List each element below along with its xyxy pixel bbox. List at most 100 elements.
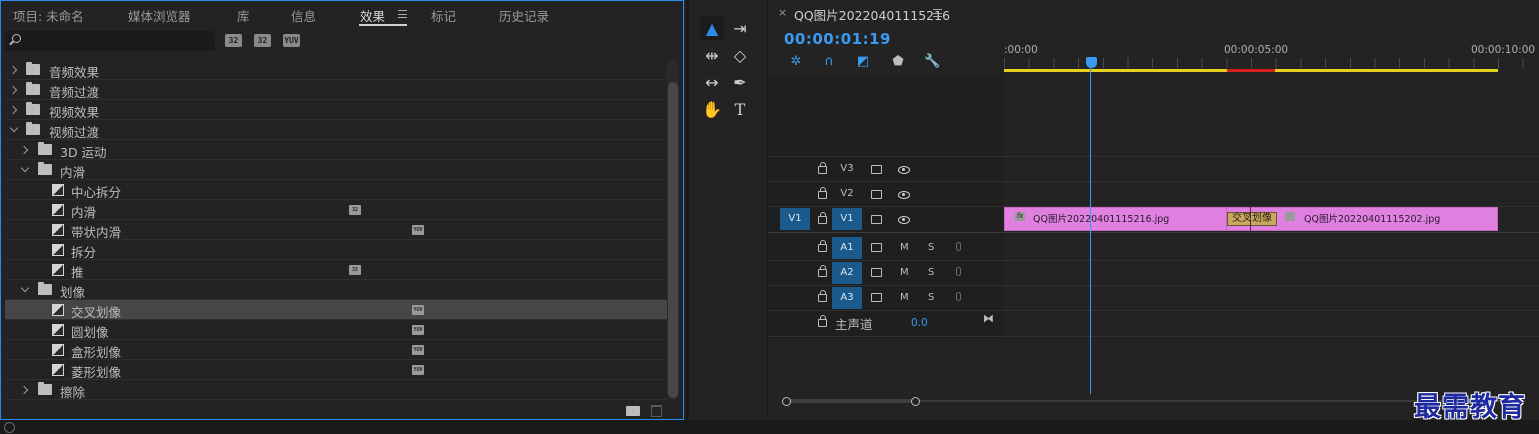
solo-button[interactable]: S	[928, 242, 934, 253]
tree-item-split[interactable]: 拆分	[5, 240, 667, 260]
yuv-effects-filter-button[interactable]: YUV	[283, 34, 300, 47]
type-tool-icon[interactable]: T	[728, 97, 752, 121]
tree-item-iris-diamond[interactable]: 菱形划像 YUV	[5, 360, 667, 380]
zoom-range[interactable]	[790, 399, 916, 403]
scrollbar-thumb[interactable]	[668, 82, 678, 398]
solo-button[interactable]: S	[928, 267, 934, 278]
tree-item-iris-cross[interactable]: 交叉划像 YUV	[5, 300, 667, 320]
tree-item-push[interactable]: 推 32	[5, 260, 667, 280]
effects-scrollbar[interactable]	[667, 60, 679, 400]
sync-lock-film-icon[interactable]	[871, 268, 882, 277]
tree-item-3d-motion[interactable]: 3D 运动	[5, 140, 667, 160]
sync-lock-film-icon[interactable]	[871, 215, 882, 224]
video-clip-1[interactable]: fx QQ图片20220401115216.jpg	[1004, 207, 1227, 231]
hand-tool-icon[interactable]: ✋	[700, 97, 724, 121]
panel-menu-icon[interactable]	[398, 10, 407, 18]
track-name-a2[interactable]: A2	[832, 262, 862, 284]
track-name-v1[interactable]: V1	[832, 208, 862, 230]
microphone-icon[interactable]	[956, 242, 961, 251]
tree-item-center-split[interactable]: 中心拆分	[5, 180, 667, 200]
master-volume-value[interactable]: 0.0	[911, 317, 928, 329]
eye-icon[interactable]	[898, 216, 910, 224]
chevron-right-icon[interactable]	[19, 145, 29, 155]
chevron-right-icon[interactable]	[8, 65, 18, 75]
go-to-in-out-icon[interactable]: ⧓	[983, 312, 994, 325]
sync-lock-film-icon[interactable]	[871, 243, 882, 252]
tree-item-iris-box[interactable]: 盒形划像 YUV	[5, 340, 667, 360]
slip-tool-icon[interactable]: ↔	[700, 70, 724, 94]
lock-icon[interactable]	[818, 315, 827, 327]
selection-tool-icon[interactable]: ▲	[700, 16, 724, 40]
track-name-a3[interactable]: A3	[832, 287, 862, 309]
tab-libraries[interactable]: 库	[237, 6, 250, 25]
tree-item-slide-effect[interactable]: 内滑 32	[5, 200, 667, 220]
lock-icon[interactable]	[818, 162, 827, 174]
lock-icon[interactable]	[818, 187, 827, 199]
mute-button[interactable]: M	[900, 242, 909, 253]
32bit-effects-filter-button[interactable]: 32	[254, 34, 271, 47]
microphone-icon[interactable]	[956, 267, 961, 276]
chevron-down-icon[interactable]	[20, 163, 30, 173]
add-marker-icon[interactable]: ⬟	[890, 55, 906, 69]
tree-item-iris[interactable]: 划像	[5, 280, 667, 300]
chevron-right-icon[interactable]	[8, 85, 18, 95]
tree-item-band-slide[interactable]: 带状内滑 YUV	[5, 220, 667, 240]
tab-history[interactable]: 历史记录	[499, 6, 549, 25]
zoom-handle-left[interactable]	[782, 397, 791, 406]
zoom-handle-right[interactable]	[911, 397, 920, 406]
chevron-right-icon[interactable]	[19, 385, 29, 395]
tab-media-browser[interactable]: 媒体浏览器	[128, 6, 191, 25]
chevron-right-icon[interactable]	[8, 105, 18, 115]
sequence-menu-icon[interactable]	[933, 9, 942, 17]
lock-icon[interactable]	[818, 265, 827, 277]
playhead-timecode[interactable]: 00:00:01:19	[784, 30, 891, 48]
tree-item-wipe[interactable]: 擦除	[5, 380, 667, 400]
mute-button[interactable]: M	[900, 267, 909, 278]
tree-item-audio-effects[interactable]: 音频效果	[5, 60, 667, 80]
tab-effects[interactable]: 效果	[360, 6, 385, 25]
microphone-icon[interactable]	[956, 292, 961, 301]
new-bin-icon[interactable]	[626, 406, 640, 416]
lock-icon[interactable]	[818, 290, 827, 302]
sequence-tab-title[interactable]: QQ图片20220401115216	[794, 5, 950, 24]
tab-markers[interactable]: 标记	[431, 6, 456, 25]
linked-selection-icon[interactable]: ◩	[855, 55, 871, 69]
tree-item-slide[interactable]: 内滑	[5, 160, 667, 180]
track-select-tool-icon[interactable]: ⇥	[728, 16, 752, 40]
track-name-v2[interactable]: V2	[832, 183, 862, 205]
solo-button[interactable]: S	[928, 292, 934, 303]
tree-item-video-transitions[interactable]: 视频过渡	[5, 120, 667, 140]
mute-button[interactable]: M	[900, 292, 909, 303]
lock-icon[interactable]	[818, 212, 827, 224]
sync-lock-film-icon[interactable]	[871, 293, 882, 302]
eye-icon[interactable]	[898, 166, 910, 174]
snap-magnet-icon[interactable]: ∩	[821, 55, 837, 69]
tree-item-audio-transitions[interactable]: 音频过渡	[5, 80, 667, 100]
sync-lock-film-icon[interactable]	[871, 165, 882, 174]
pen-tool-icon[interactable]: ✒	[728, 70, 752, 94]
eye-icon[interactable]	[898, 191, 910, 199]
chevron-down-icon[interactable]	[20, 283, 30, 293]
tree-item-video-effects[interactable]: 视频效果	[5, 100, 667, 120]
tab-project[interactable]: 项目: 未命名	[13, 6, 84, 25]
lock-icon[interactable]	[818, 240, 827, 252]
source-patch-v1[interactable]: V1	[780, 208, 810, 230]
video-clip-2[interactable]: QQ图片20220401115202.jpg	[1277, 207, 1498, 231]
track-name-a1[interactable]: A1	[832, 237, 862, 259]
track-name-v3[interactable]: V3	[832, 158, 862, 180]
tree-item-iris-round[interactable]: 圆划像 YUV	[5, 320, 667, 340]
razor-tool-icon[interactable]: ◇	[728, 43, 752, 67]
transition-clip[interactable]: 交叉划像	[1227, 212, 1277, 226]
effects-search-input[interactable]	[5, 31, 215, 51]
playhead-handle[interactable]	[1086, 57, 1097, 68]
accelerated-effects-filter-button[interactable]: 32	[225, 34, 242, 47]
trash-icon[interactable]	[651, 405, 662, 417]
nest-sequence-icon[interactable]: ✲	[788, 55, 804, 69]
chevron-down-icon[interactable]	[9, 123, 19, 133]
status-icon[interactable]	[4, 422, 15, 433]
close-icon[interactable]: ×	[778, 6, 787, 19]
sync-lock-film-icon[interactable]	[871, 190, 882, 199]
ripple-edit-tool-icon[interactable]: ⇹	[700, 43, 724, 67]
tab-info[interactable]: 信息	[291, 6, 316, 25]
timeline-settings-wrench-icon[interactable]: 🔧	[924, 55, 940, 69]
